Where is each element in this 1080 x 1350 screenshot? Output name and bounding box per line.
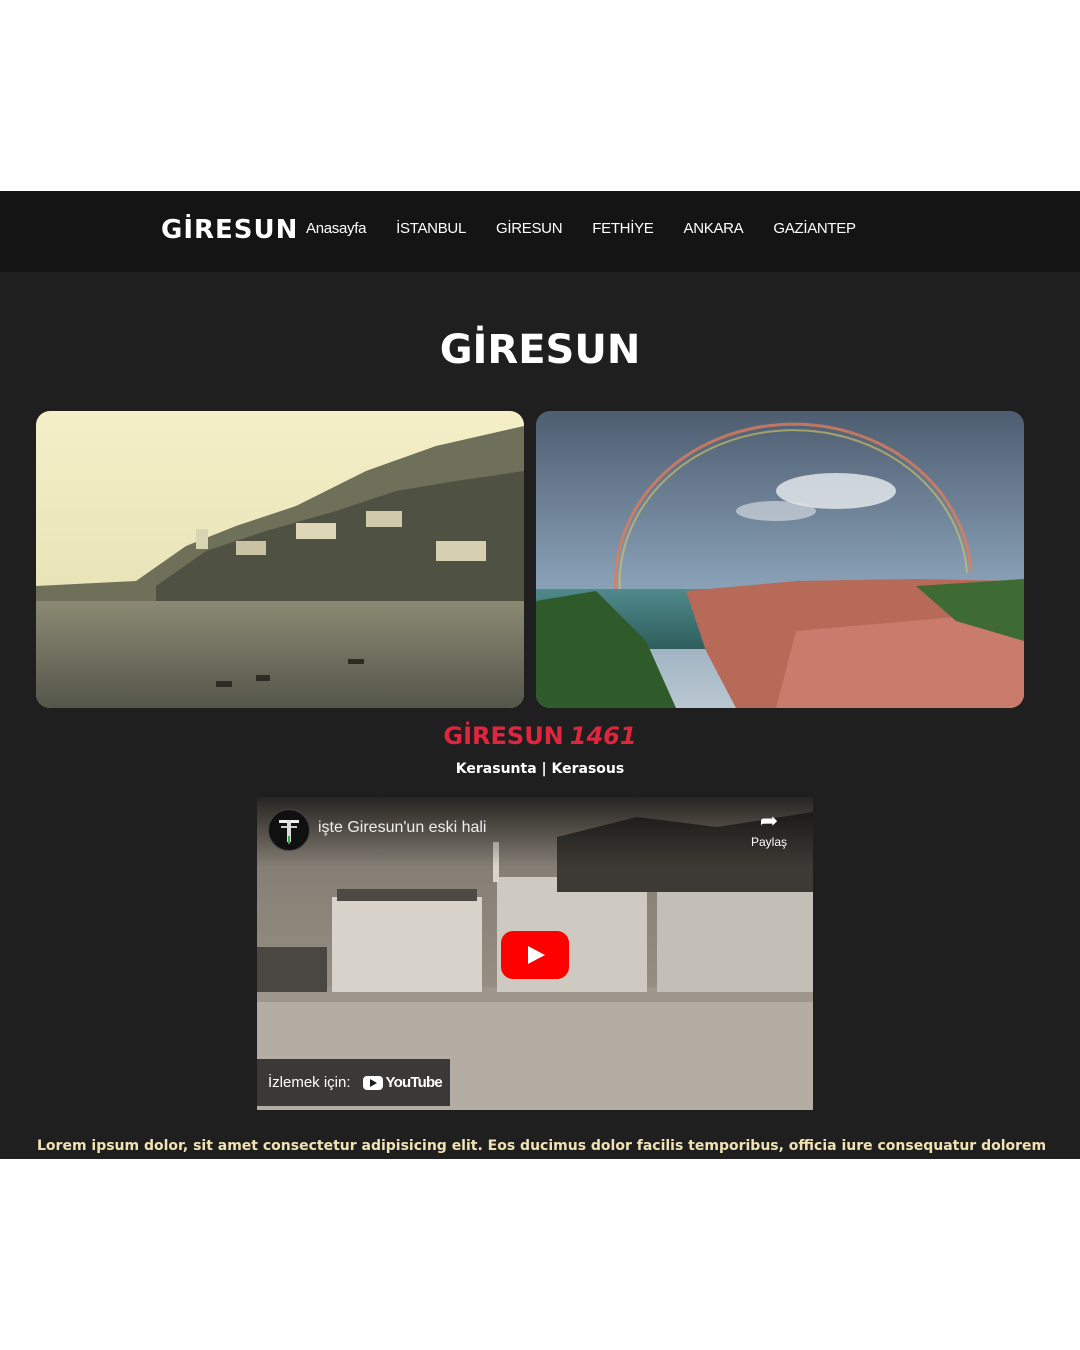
nav-link-ankara[interactable]: ANKARA: [684, 220, 744, 237]
page-title: GİRESUN: [439, 327, 641, 373]
share-button[interactable]: ➦ Paylaş: [739, 808, 799, 850]
subtitle-city: GİRESUN: [443, 722, 564, 750]
youtube-label: YouTube: [385, 1074, 443, 1091]
nav-links: Anasayfa İSTANBUL GİRESUN FETHİYE ANKARA…: [306, 220, 886, 237]
channel-logo-icon: [279, 820, 299, 844]
modern-photo: [536, 411, 1024, 708]
subtitle: GİRESUN 1461: [0, 722, 1080, 750]
nav-link-gaziantep[interactable]: GAZİANTEP: [773, 220, 856, 237]
nav-link-istanbul[interactable]: İSTANBUL: [396, 220, 466, 237]
video-player[interactable]: işte Giresun'un eski hali ➦ Paylaş İzlem…: [257, 797, 813, 1110]
navbar: GİRESUN Anasayfa İSTANBUL GİRESUN FETHİY…: [0, 191, 1080, 272]
share-icon: ➦: [759, 808, 779, 833]
historic-names: Kerasunta | Kerasous: [455, 761, 625, 777]
youtube-play-icon: [362, 1075, 383, 1090]
share-label: Paylaş: [750, 835, 788, 849]
brand-logo[interactable]: GİRESUN: [161, 215, 298, 245]
play-button[interactable]: [501, 931, 569, 979]
intro-paragraph: Lorem ipsum dolor, sit amet consectetur …: [37, 1138, 1047, 1154]
old-photo: [36, 411, 524, 708]
channel-avatar[interactable]: [268, 809, 310, 851]
youtube-icon: YouTube: [362, 1074, 443, 1091]
page: GİRESUN Anasayfa İSTANBUL GİRESUN FETHİY…: [0, 191, 1080, 1159]
video-title[interactable]: işte Giresun'un eski hali: [318, 819, 486, 837]
nav-link-fethiye[interactable]: FETHİYE: [592, 220, 654, 237]
nav-link-anasayfa[interactable]: Anasayfa: [306, 220, 366, 237]
subtitle-year: 1461: [569, 722, 637, 750]
nav-link-giresun[interactable]: GİRESUN: [496, 220, 563, 237]
watch-on-youtube-button[interactable]: İzlemek için: YouTube: [257, 1059, 450, 1106]
watch-label: İzlemek için:: [268, 1074, 351, 1091]
